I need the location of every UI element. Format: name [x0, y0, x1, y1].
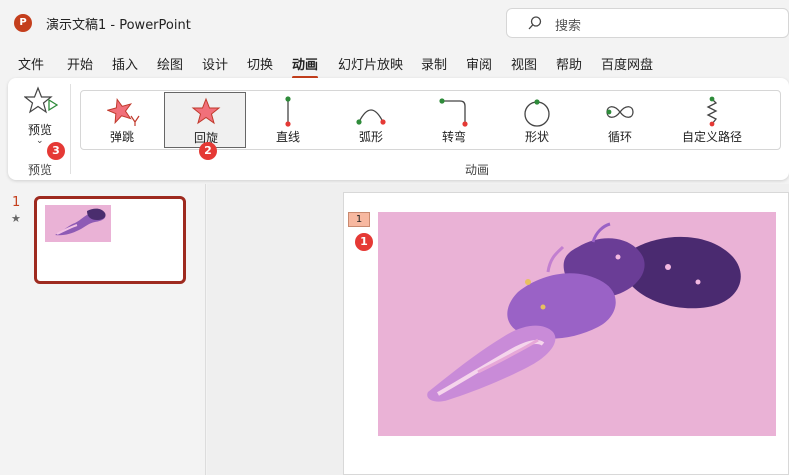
- animation-swivel[interactable]: 回旋: [164, 92, 246, 148]
- bounce-star-icon: [107, 97, 140, 126]
- custom-path-icon: [706, 96, 718, 127]
- preview-group-label: 预览: [28, 163, 53, 177]
- animation-order-tag[interactable]: 1: [348, 212, 370, 227]
- animation-arc-label: 弧形: [358, 130, 383, 144]
- tab-record[interactable]: 录制: [421, 54, 447, 73]
- powerpoint-logo-icon: P: [14, 14, 32, 32]
- animation-custom-path-label: 自定义路径: [681, 130, 742, 144]
- tab-view[interactable]: 视图: [511, 54, 537, 73]
- preview-star-icon: [24, 86, 58, 114]
- swivel-star-icon: [191, 97, 221, 125]
- step-badge-1: 1: [355, 233, 373, 251]
- arc-path-icon: [356, 109, 386, 125]
- line-path-icon: [285, 96, 291, 127]
- animation-loop-label: 循环: [607, 130, 632, 144]
- animation-custom-path[interactable]: 自定义路径: [662, 92, 762, 148]
- step-badge-3: 3: [47, 142, 65, 160]
- tab-home[interactable]: 开始: [67, 54, 93, 73]
- tab-animations[interactable]: 动画: [292, 54, 319, 79]
- slide-coral-image[interactable]: [378, 212, 776, 436]
- loop-path-icon: [606, 106, 634, 118]
- tab-file[interactable]: 文件: [18, 54, 44, 73]
- slide-number: 1: [12, 195, 21, 210]
- tab-baidu-netdisk[interactable]: 百度网盘: [601, 54, 653, 73]
- search-placeholder: 搜索: [555, 19, 582, 34]
- tab-transitions[interactable]: 切换: [247, 54, 273, 73]
- animation-turn[interactable]: 转弯: [413, 92, 495, 148]
- thumbnail-coral-image: [55, 208, 106, 236]
- slide-thumbnail-panel: 1 ★: [0, 184, 206, 475]
- group-separator: [70, 84, 71, 174]
- tab-insert[interactable]: 插入: [112, 54, 138, 73]
- title-bar: P 演示文稿1 - PowerPoint 搜索: [0, 0, 789, 46]
- animation-shape-label: 形状: [524, 130, 549, 144]
- slide-1[interactable]: 1: [343, 192, 789, 475]
- preview-group: 预览 ⌄ 预览: [8, 78, 70, 180]
- animation-line-label: 直线: [275, 130, 300, 144]
- animation-bounce-label: 弹跳: [109, 130, 134, 144]
- tab-draw[interactable]: 绘图: [157, 54, 183, 73]
- chevron-down-icon[interactable]: ⌄: [36, 136, 44, 146]
- tab-help[interactable]: 帮助: [556, 54, 582, 73]
- animation-turn-label: 转弯: [441, 130, 466, 144]
- animation-gallery: 弹跳 回旋 直线 弧形 转弯 形状 循环 自定义路径: [80, 90, 781, 150]
- ribbon-tabs: 文件 开始 插入 绘图 设计 切换 动画 幻灯片放映 录制 审阅 视图 帮助 百…: [0, 50, 789, 79]
- thumbnail-image: [45, 205, 111, 242]
- animation-arc[interactable]: 弧形: [330, 92, 412, 148]
- shape-path-icon: [524, 99, 550, 127]
- animation-bounce[interactable]: 弹跳: [81, 92, 163, 148]
- slide-thumbnail[interactable]: [34, 196, 186, 284]
- tab-slideshow[interactable]: 幻灯片放映: [338, 54, 403, 73]
- search-input[interactable]: 搜索: [506, 8, 789, 38]
- ribbon-panel: 预览 ⌄ 预览 弹跳 回旋 直线 弧形 转弯 形状 循环 自定义路径 动画: [8, 78, 789, 180]
- tab-design[interactable]: 设计: [202, 54, 228, 73]
- animation-loop[interactable]: 循环: [579, 92, 661, 148]
- window-title: 演示文稿1 - PowerPoint: [46, 18, 191, 33]
- coral-illustration: [427, 222, 741, 402]
- animation-star-icon: ★: [11, 212, 21, 225]
- animation-group-label: 动画: [465, 163, 490, 177]
- step-badge-2: 2: [199, 142, 217, 160]
- slide-editor-canvas: 1: [207, 184, 789, 475]
- search-icon: [528, 16, 542, 30]
- animation-line[interactable]: 直线: [247, 92, 329, 148]
- tab-review[interactable]: 审阅: [466, 54, 492, 73]
- turn-path-icon: [439, 98, 468, 127]
- animation-shape[interactable]: 形状: [496, 92, 578, 148]
